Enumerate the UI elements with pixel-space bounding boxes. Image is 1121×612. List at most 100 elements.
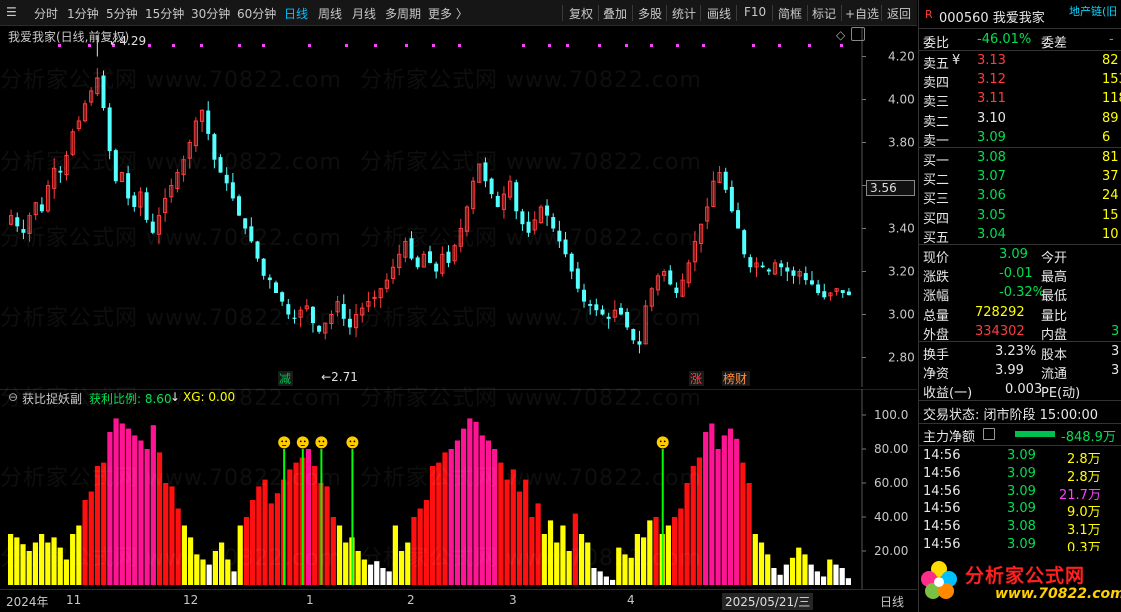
candlestick-chart[interactable]: 4.204.003.803.603.403.203.002.80↙4.29←2.… (0, 27, 917, 387)
mark-button[interactable]: 标记 (812, 5, 836, 22)
tab-daily[interactable]: 日线 (284, 5, 308, 22)
y-tick-label: 20.00 (874, 544, 908, 558)
indicator-bar (665, 525, 672, 585)
stats-button[interactable]: 统计 (672, 5, 696, 22)
emoji-eye (659, 440, 662, 443)
ask-price: 3.11 (977, 91, 1006, 107)
indicator-bar (647, 520, 653, 585)
tab-分时[interactable]: 分时 (34, 5, 58, 22)
ratio-label: 获利比例: 8.60 (89, 392, 172, 406)
indicator-settings-icon[interactable]: ⊖ (8, 390, 18, 404)
indicator-bar (541, 534, 547, 585)
restore-icon[interactable] (851, 27, 865, 41)
tick-time: 14:56 (923, 448, 961, 463)
draw-line-button[interactable]: 画线 (707, 5, 731, 22)
tab-15min[interactable]: 15分钟 (145, 5, 184, 22)
bid-volume: 15 (1102, 207, 1119, 223)
candle-body (243, 218, 248, 229)
tab-monthly[interactable]: 月线 (352, 5, 376, 22)
indicator-chart[interactable]: 100.0 80.00 60.00 40.00 20.00 (0, 389, 917, 589)
indicator-bar (374, 561, 380, 585)
bid-volume: 81 (1102, 150, 1119, 165)
indicator-bar (256, 486, 262, 585)
signal-dot (345, 44, 348, 47)
logo-url: www.70822.com (995, 586, 1121, 602)
stat-row: 收益(一) 0.003 PE(动) (919, 381, 1121, 402)
emoji-face-icon (278, 436, 291, 449)
indicator-bar (14, 537, 20, 585)
indicator-bar (628, 557, 634, 585)
ask-price: 3.09 (977, 129, 1006, 145)
currency-icon: ¥ (952, 53, 961, 68)
signal-dot (522, 44, 525, 47)
stat-label: 内盘 (1041, 327, 1068, 343)
stat-value: 334302 (975, 323, 1025, 339)
adjust-button[interactable]: 复权 (569, 5, 593, 22)
tab-multi-period[interactable]: 多周期 (385, 5, 421, 22)
indicator-bar (150, 425, 156, 585)
candle-body (840, 290, 845, 293)
toolbar-divider (562, 5, 563, 21)
signal-dot (650, 44, 653, 47)
indicator-bar (839, 568, 845, 585)
signal-dot (148, 44, 151, 47)
indicator-bar (88, 491, 94, 585)
tick-price: 3.09 (1007, 448, 1036, 463)
overlay-button[interactable]: 叠加 (603, 5, 627, 22)
industry-tag[interactable]: 地产链(旧 (1069, 3, 1117, 19)
stat-value: -0.01 (999, 266, 1033, 282)
ask-label: 卖三 (923, 95, 950, 111)
indicator-bar (820, 576, 827, 585)
signal-dot (432, 44, 435, 47)
signal-dot (778, 44, 781, 47)
tab-1min[interactable]: 1分钟 (67, 5, 99, 22)
candle-body (779, 263, 784, 268)
signal-dot (308, 44, 311, 47)
back-button[interactable]: 返回 (887, 5, 911, 22)
tab-60min[interactable]: 60分钟 (237, 5, 276, 22)
tab-more[interactable]: 更多 〉 (428, 5, 468, 22)
indicator-bar (200, 559, 206, 585)
candle-body (803, 273, 808, 281)
candle-body (625, 311, 630, 328)
indicator-bar (622, 554, 628, 585)
emoji-eye (303, 440, 306, 443)
tab-weekly[interactable]: 周线 (318, 5, 342, 22)
signal-dot (808, 44, 811, 47)
candle-body (557, 230, 562, 242)
bid-label: 买四 (923, 211, 950, 227)
diamond-icon[interactable]: ◇ (836, 28, 845, 42)
add-watchlist-button[interactable]: +自选 (845, 5, 879, 22)
y-tick-label: 60.00 (874, 476, 908, 490)
signal-dot (262, 44, 265, 47)
toolbar-divider (881, 5, 882, 21)
list-icon[interactable] (983, 428, 995, 440)
y-tick-label: 2.80 (888, 351, 915, 365)
tick-row: 14:56 3.09 21.7万 (919, 483, 1121, 503)
tab-5min[interactable]: 5分钟 (106, 5, 138, 22)
x-label: 2024年 (6, 595, 49, 609)
menu-icon[interactable]: ☰ (6, 5, 17, 19)
indicator-bar (684, 483, 690, 585)
indicator-bar (119, 423, 125, 585)
stat-value: 3 (1111, 323, 1120, 339)
indicator-bar (814, 571, 820, 585)
tab-30min[interactable]: 30分钟 (191, 5, 230, 22)
f10-button[interactable]: F10 (744, 5, 766, 19)
stat-label: PE(动) (1041, 386, 1081, 402)
ask-label: 卖四 (923, 76, 950, 92)
indicator-bar (57, 547, 63, 585)
multi-stock-button[interactable]: 多股 (638, 5, 662, 22)
candle-body (224, 174, 229, 184)
candle-body (150, 221, 155, 233)
indicator-bar (76, 525, 82, 585)
indicator-bar (343, 542, 349, 585)
stat-row: 总量 728292 量比 (919, 304, 1121, 324)
indicator-bar (330, 517, 336, 585)
indicator-bar (45, 542, 51, 585)
candle-body (273, 282, 278, 293)
indicator-bar (603, 576, 609, 585)
indicator-bar (132, 435, 138, 585)
simple-frame-button[interactable]: 简框 (778, 5, 802, 22)
stock-code-name[interactable]: 000560 我爱我家 (939, 7, 1045, 26)
